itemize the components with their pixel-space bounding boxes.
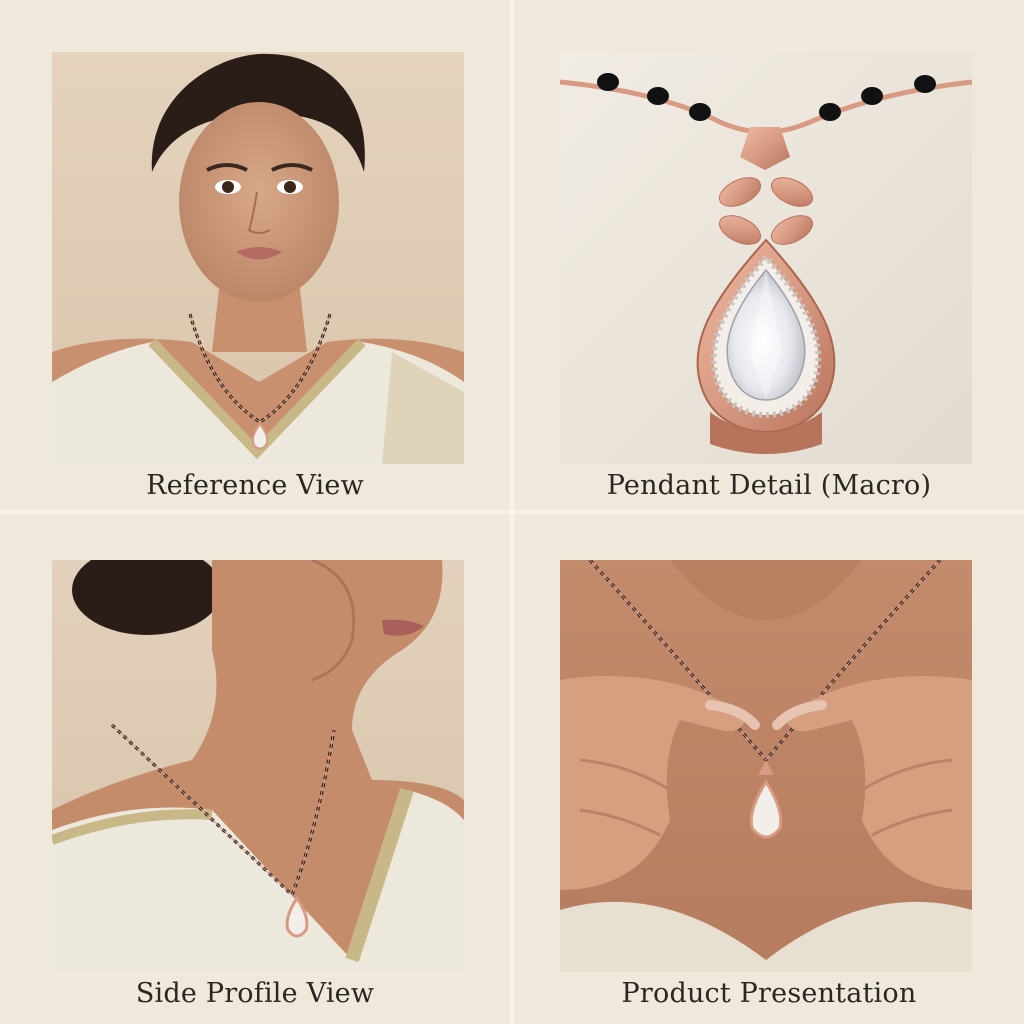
reference-view-photo <box>52 52 464 464</box>
reference-view-caption: Reference View <box>146 470 364 501</box>
pendant-detail-caption: Pendant Detail (Macro) <box>606 470 932 501</box>
hands-holding-necklace-image <box>560 560 972 972</box>
product-presentation-caption: Product Presentation <box>621 978 917 1009</box>
panel-side-profile-view: Side Profile View <box>0 514 510 1024</box>
image-grid: Reference View Pendant Detail (Macro) Si… <box>0 0 1024 1024</box>
panel-product-presentation: Product Presentation <box>514 514 1024 1024</box>
woman-front-portrait-image <box>52 52 464 464</box>
panel-pendant-detail: Pendant Detail (Macro) <box>514 0 1024 510</box>
product-presentation-photo <box>560 560 972 972</box>
side-profile-caption: Side Profile View <box>135 978 375 1009</box>
pendant-detail-photo <box>560 52 972 464</box>
panel-reference-view: Reference View <box>0 0 510 510</box>
pendant-closeup-image <box>560 52 972 464</box>
side-profile-photo <box>52 560 464 972</box>
woman-side-profile-image <box>52 560 464 972</box>
